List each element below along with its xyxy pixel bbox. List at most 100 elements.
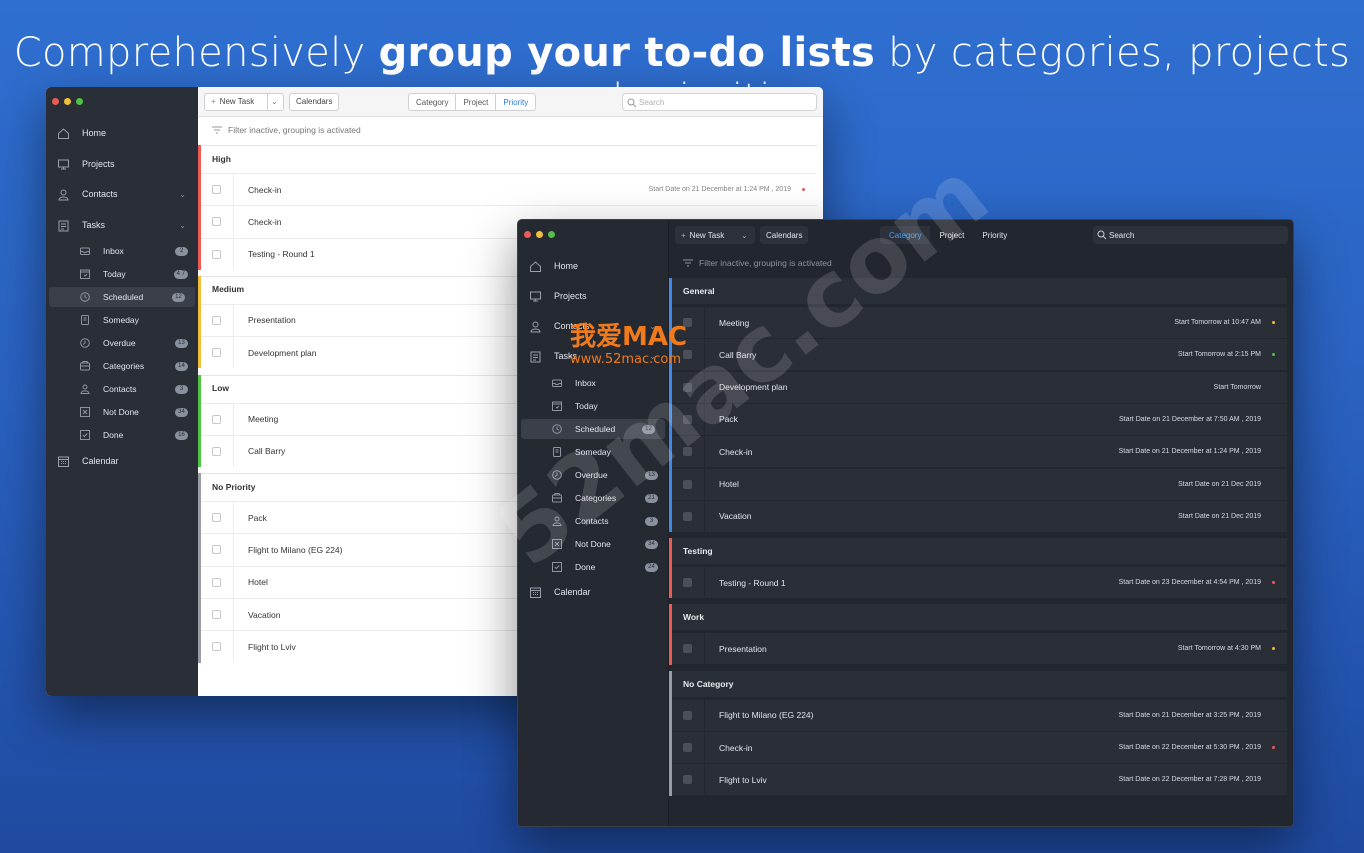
task-checkbox[interactable] xyxy=(212,217,221,227)
sidebar-item-not-done[interactable]: Not Done 34 xyxy=(46,402,198,422)
sidebar-item-label: Today xyxy=(103,269,126,279)
zoom-window-button[interactable] xyxy=(76,98,83,105)
task-row[interactable]: Flight to Lviv Start Date on 22 December … xyxy=(671,763,1287,796)
task-checkbox[interactable] xyxy=(683,350,692,360)
minimize-window-button[interactable] xyxy=(536,231,543,238)
task-checkbox[interactable] xyxy=(683,447,692,457)
sidebar-item-inbox[interactable]: Inbox xyxy=(518,373,668,393)
sidebar-item-categories[interactable]: Categories 14 xyxy=(46,356,198,376)
search-input[interactable]: Search xyxy=(622,93,817,111)
task-checkbox[interactable] xyxy=(212,348,221,358)
task-row[interactable]: Presentation Start Tomorrow at 4:30 PM xyxy=(671,632,1287,665)
sidebar-item-overdue[interactable]: Overdue 13 xyxy=(46,333,198,353)
filter-bar[interactable]: Filter inactive, grouping is activated xyxy=(198,119,823,141)
task-checkbox[interactable] xyxy=(212,315,221,325)
task-row[interactable]: Vacation Start Date on 21 Dec 2019 xyxy=(671,499,1287,532)
seg-project[interactable]: Project xyxy=(930,226,973,244)
close-window-button[interactable] xyxy=(52,98,59,105)
seg-priority[interactable]: Priority xyxy=(973,226,1016,244)
chevron-down-icon[interactable]: ⌄ xyxy=(179,221,186,230)
minimize-window-button[interactable] xyxy=(64,98,71,105)
task-row[interactable]: Call Barry Start Tomorrow at 2:15 PM xyxy=(671,338,1287,371)
group-header[interactable]: No Category xyxy=(671,670,1287,697)
nav-home[interactable]: Home xyxy=(46,122,198,144)
sidebar-item-someday[interactable]: Someday xyxy=(46,310,198,330)
group-header[interactable]: Testing xyxy=(671,538,1287,565)
sidebar-item-not-done[interactable]: Not Done 34 xyxy=(518,534,668,554)
sidebar-item-today[interactable]: Today 4 7 xyxy=(46,264,198,284)
task-checkbox[interactable] xyxy=(683,479,692,489)
task-checkbox[interactable] xyxy=(683,318,692,327)
sidebar-item-overdue[interactable]: Overdue 13 xyxy=(518,465,668,485)
sidebar-item-inbox[interactable]: Inbox 2 xyxy=(46,241,198,261)
sidebar-item-scheduled[interactable]: Scheduled 12 xyxy=(49,287,195,307)
task-checkbox[interactable] xyxy=(683,710,692,720)
task-checkbox[interactable] xyxy=(212,185,221,194)
task-checkbox[interactable] xyxy=(212,414,221,424)
task-checkbox[interactable] xyxy=(683,775,692,785)
calendars-button[interactable]: Calendars xyxy=(760,226,809,244)
sidebar-item-done[interactable]: Done 16 xyxy=(46,425,198,445)
chevron-down-icon[interactable]: ⌄ xyxy=(649,322,656,331)
seg-category[interactable]: Category xyxy=(409,94,457,110)
task-checkbox[interactable] xyxy=(683,743,692,752)
task-checkbox[interactable] xyxy=(683,578,692,588)
sidebar-item-contacts[interactable]: Contacts 3 xyxy=(46,379,198,399)
task-checkbox[interactable] xyxy=(683,382,692,392)
chevron-down-icon[interactable]: ⌄ xyxy=(649,352,656,361)
task-row[interactable]: Development plan Start Tomorrow xyxy=(671,370,1287,403)
task-row[interactable]: Hotel Start Date on 21 Dec 2019 xyxy=(671,467,1287,500)
headline-bold: group your to-do lists xyxy=(378,30,876,76)
search-input[interactable]: Search xyxy=(1093,226,1288,244)
task-checkbox[interactable] xyxy=(212,513,221,523)
chevron-down-icon[interactable]: ⌄ xyxy=(271,97,278,106)
task-checkbox[interactable] xyxy=(683,511,692,521)
group-header[interactable]: General xyxy=(671,278,1287,304)
task-row[interactable]: Flight to Milano (EG 224) Start Date on 2… xyxy=(671,698,1287,731)
sidebar-item-scheduled[interactable]: Scheduled 12 xyxy=(521,419,665,439)
group-header[interactable]: Work xyxy=(671,604,1287,631)
task-checkbox[interactable] xyxy=(212,577,221,587)
task-row[interactable]: Check-in Start Date on 21 December at 1:2… xyxy=(200,173,817,205)
close-window-button[interactable] xyxy=(524,231,531,238)
sidebar-item-done[interactable]: Done 24 xyxy=(518,557,668,577)
task-checkbox[interactable] xyxy=(212,642,221,652)
nav-tasks[interactable]: Tasks ⌄ xyxy=(518,345,668,367)
seg-project[interactable]: Project xyxy=(456,94,497,110)
task-checkbox[interactable] xyxy=(212,610,221,619)
sidebar-item-someday[interactable]: Someday xyxy=(518,442,668,462)
chevron-down-icon[interactable]: ⌄ xyxy=(179,190,186,199)
seg-priority[interactable]: Priority xyxy=(496,94,535,110)
nav-calendar[interactable]: Calendar xyxy=(518,581,668,603)
task-checkbox[interactable] xyxy=(683,414,692,424)
nav-projects[interactable]: Projects xyxy=(46,153,198,175)
group-header[interactable]: High xyxy=(200,145,817,171)
sidebar-item-contacts[interactable]: Contacts 3 xyxy=(518,511,668,531)
task-checkbox[interactable] xyxy=(212,249,221,259)
new-task-button[interactable]: + New Task ⌄ xyxy=(675,226,755,244)
filter-bar[interactable]: Filter inactive, grouping is activated xyxy=(669,252,1293,274)
nav-contacts[interactable]: Contacts ⌄ xyxy=(518,315,668,337)
task-checkbox[interactable] xyxy=(212,545,221,555)
task-row[interactable]: Check-in Start Date on 21 December at 1:2… xyxy=(671,435,1287,468)
nav-home[interactable]: Home xyxy=(518,255,668,277)
seg-category[interactable]: Category xyxy=(880,226,931,244)
calendars-button[interactable]: Calendars xyxy=(289,92,340,111)
zoom-window-button[interactable] xyxy=(548,231,555,238)
nav-contacts[interactable]: Contacts ⌄ xyxy=(46,183,198,205)
nav-projects[interactable]: Projects xyxy=(518,285,668,307)
sidebar-item-today[interactable]: Today xyxy=(518,396,668,416)
task-row[interactable]: Pack Start Date on 21 December at 7:50 AM… xyxy=(671,402,1287,435)
sidebar-item-categories[interactable]: Categories 21 xyxy=(518,488,668,508)
nav-tasks[interactable]: Tasks ⌄ xyxy=(46,214,198,236)
sidebar-item-label: Inbox xyxy=(103,246,124,256)
nav-calendar[interactable]: Calendar xyxy=(46,450,198,472)
task-checkbox[interactable] xyxy=(212,446,221,456)
count-badge: 13 xyxy=(645,470,658,480)
task-row[interactable]: Check-in Start Date on 22 December at 5:3… xyxy=(671,731,1287,763)
task-row[interactable]: Meeting Start Tomorrow at 10:47 AM xyxy=(671,306,1287,338)
new-task-button[interactable]: + New Task ⌄ xyxy=(204,92,284,111)
task-row[interactable]: Testing - Round 1 Start Date on 23 Decemb… xyxy=(671,566,1287,599)
task-checkbox[interactable] xyxy=(683,644,692,654)
chevron-down-icon[interactable]: ⌄ xyxy=(741,231,748,240)
